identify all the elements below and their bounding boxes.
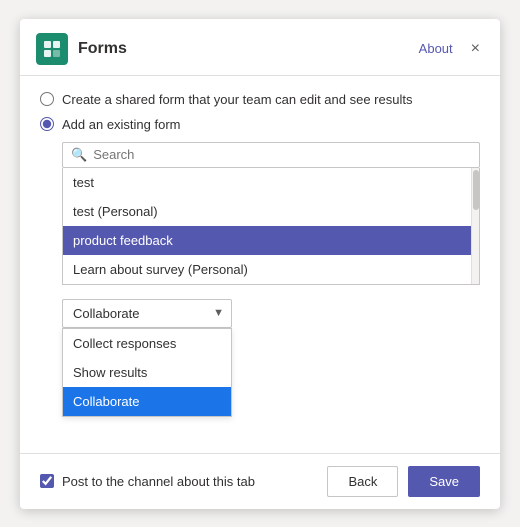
search-icon: 🔍 <box>71 147 87 163</box>
existing-form-option: Add an existing form <box>40 117 480 132</box>
shared-form-label: Create a shared form that your team can … <box>62 92 412 107</box>
save-button[interactable]: Save <box>408 466 480 497</box>
forms-dialog: Forms About × Create a shared form that … <box>20 19 500 509</box>
action-dropdown-container: Collect responses Show results Collabora… <box>62 299 232 328</box>
post-to-channel-checkbox[interactable] <box>40 474 54 488</box>
list-scrollbar[interactable] <box>471 168 479 284</box>
list-item[interactable]: test (Personal) <box>63 197 479 226</box>
post-to-channel-option: Post to the channel about this tab <box>40 474 317 489</box>
dropdown-item-show[interactable]: Show results <box>63 358 231 387</box>
forms-list: test test (Personal) product feedback Le… <box>62 168 480 285</box>
shared-form-option: Create a shared form that your team can … <box>40 92 480 107</box>
list-item[interactable]: Learn about survey (Personal) <box>63 255 479 284</box>
dropdown-menu: Collect responses Show results Collabora… <box>62 328 232 417</box>
back-button[interactable]: Back <box>327 466 398 497</box>
dialog-header: Forms About × <box>20 19 500 76</box>
shared-form-radio[interactable] <box>40 92 54 106</box>
scrollbar-thumb <box>473 170 479 210</box>
list-item[interactable]: test <box>63 168 479 197</box>
about-link[interactable]: About <box>419 41 453 56</box>
dialog-footer: Post to the channel about this tab Back … <box>20 453 500 509</box>
dialog-title: Forms <box>78 40 419 58</box>
action-dropdown[interactable]: Collect responses Show results Collabora… <box>62 299 232 328</box>
existing-form-label: Add an existing form <box>62 117 181 132</box>
dialog-body: Create a shared form that your team can … <box>20 76 500 453</box>
existing-form-radio[interactable] <box>40 117 54 131</box>
dropdown-item-collect[interactable]: Collect responses <box>63 329 231 358</box>
form-search-section: 🔍 test test (Personal) product feedback … <box>62 142 480 328</box>
dropdown-item-collaborate[interactable]: Collaborate <box>63 387 231 416</box>
close-button[interactable]: × <box>467 38 484 60</box>
search-box: 🔍 <box>62 142 480 168</box>
list-item-selected[interactable]: product feedback <box>63 226 479 255</box>
search-input[interactable] <box>93 147 471 162</box>
post-to-channel-label: Post to the channel about this tab <box>62 474 255 489</box>
forms-app-icon <box>36 33 68 65</box>
